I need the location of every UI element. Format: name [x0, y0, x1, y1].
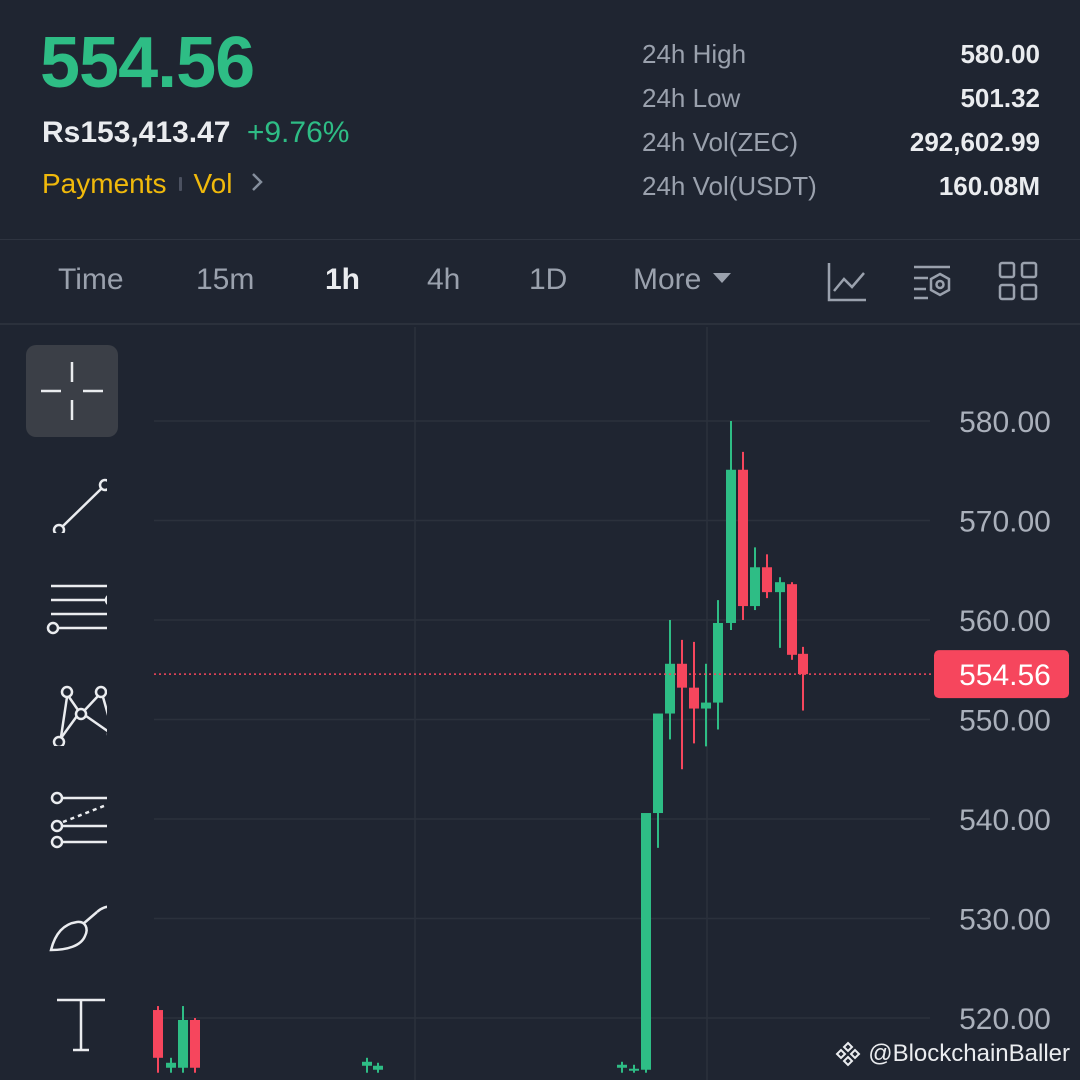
candle-body: [738, 469, 748, 607]
tab-1d[interactable]: 1D: [529, 263, 567, 297]
candle-body: [750, 567, 760, 607]
text-tool[interactable]: [26, 975, 118, 1067]
pattern-tool[interactable]: [26, 665, 118, 757]
y-tick-label: 560.00: [959, 605, 1051, 638]
candle-body: [617, 1064, 627, 1068]
candle-body: [726, 469, 736, 623]
watermark: @BlockchainBaller: [834, 1040, 1070, 1068]
stat-value-high: 580.00: [960, 38, 1040, 69]
tab-more-label: More: [633, 263, 702, 296]
tab-1h[interactable]: 1h: [325, 263, 360, 297]
candle-body: [689, 687, 699, 709]
brush-tool[interactable]: [26, 879, 118, 971]
stat-label-high: 24h High: [642, 38, 747, 69]
y-tick-label: 580.00: [959, 406, 1051, 439]
tab-time[interactable]: Time: [58, 263, 124, 297]
stat-label-vol-usdt: 24h Vol(USDT): [642, 170, 817, 201]
timeframe-tabs: Time 15m 1h 4h 1D More: [0, 241, 1080, 325]
candle-body: [787, 584, 797, 655]
candle-body: [373, 1065, 383, 1070]
y-tick-label: 520.00: [959, 1003, 1051, 1036]
stat-row: 24h Vol(USDT) 160.08M: [642, 164, 1040, 208]
stat-value-low: 501.32: [960, 82, 1040, 113]
candle-body: [362, 1061, 372, 1066]
candlestick-chart[interactable]: 554.56 580.00 570.00 560.00 550.00 540.00 530…: [0, 327, 1080, 1080]
last-price: 554.56: [40, 23, 255, 103]
chevron-right-icon[interactable]: [250, 168, 264, 200]
stat-value-vol-usdt: 160.08M: [938, 170, 1040, 201]
tags-row[interactable]: Payments Vol: [42, 168, 264, 200]
stat-row: 24h High 580.00: [642, 32, 1040, 76]
ticker-header: 554.56 Rs153,413.47 +9.76% Payments Vol …: [0, 0, 1080, 240]
candle-body: [653, 713, 663, 814]
tag-separator: [178, 177, 182, 191]
change-percent: +9.76%: [246, 116, 350, 149]
stat-row: 24h Vol(ZEC) 292,602.99: [642, 120, 1040, 164]
candle-body: [629, 1068, 639, 1071]
candle-body: [166, 1062, 176, 1068]
candle-body: [762, 567, 772, 593]
crosshair-tool[interactable]: [26, 345, 118, 437]
chart-area[interactable]: 554.56 580.00 570.00 560.00 550.00 540.00 530…: [0, 327, 1080, 1080]
fibonacci-icon: [50, 791, 107, 849]
tag-vol[interactable]: Vol: [194, 168, 233, 200]
candle-body: [153, 1010, 163, 1058]
candle-body: [775, 582, 785, 593]
tag-payments[interactable]: Payments: [42, 168, 167, 200]
trend-line-icon: [52, 478, 107, 533]
candle-body: [641, 813, 651, 1070]
crosshair-icon: [41, 362, 103, 420]
y-tick-label: 550.00: [959, 705, 1051, 738]
tab-15m[interactable]: 15m: [196, 263, 254, 297]
fiat-price: Rs153,413.47: [42, 116, 231, 149]
stat-label-low: 24h Low: [642, 82, 741, 113]
tab-4h[interactable]: 4h: [427, 263, 460, 297]
layout-grid-icon[interactable]: [998, 261, 1038, 306]
candle-body: [190, 1019, 200, 1068]
binance-logo-icon: [835, 1041, 861, 1067]
candle-body: [798, 653, 808, 675]
horizontal-lines-icon: [46, 584, 107, 635]
stat-row: 24h Low 501.32: [642, 76, 1040, 120]
y-tick-label: 530.00: [959, 904, 1051, 937]
price-sub-row: Rs153,413.47 +9.76%: [42, 116, 349, 150]
y-tick-label: 540.00: [959, 804, 1051, 837]
line-chart-icon[interactable]: [826, 261, 868, 308]
candle-body: [178, 1019, 188, 1068]
pattern-icon: [52, 685, 107, 746]
stats-panel: 24h High 580.00 24h Low 501.32 24h Vol(Z…: [642, 32, 1040, 208]
tab-more[interactable]: More: [633, 263, 732, 297]
watermark-text: @BlockchainBaller: [868, 1040, 1070, 1067]
stat-value-vol-zec: 292,602.99: [909, 126, 1040, 157]
candle-body: [713, 622, 723, 703]
caret-down-icon: [713, 273, 732, 284]
candle-body: [665, 663, 675, 714]
candle-body: [701, 702, 711, 709]
stat-label-vol-zec: 24h Vol(ZEC): [642, 126, 799, 157]
text-icon: [57, 998, 105, 1052]
indicator-settings-icon[interactable]: [912, 261, 954, 308]
horizontal-lines-tool[interactable]: [26, 559, 118, 651]
fibonacci-tool[interactable]: [26, 771, 118, 863]
y-tick-label: 570.00: [959, 506, 1051, 539]
brush-icon: [49, 905, 107, 952]
candle-body: [677, 663, 687, 688]
last-price-label: 554.56: [959, 659, 1051, 692]
trend-line-tool[interactable]: [26, 452, 118, 544]
